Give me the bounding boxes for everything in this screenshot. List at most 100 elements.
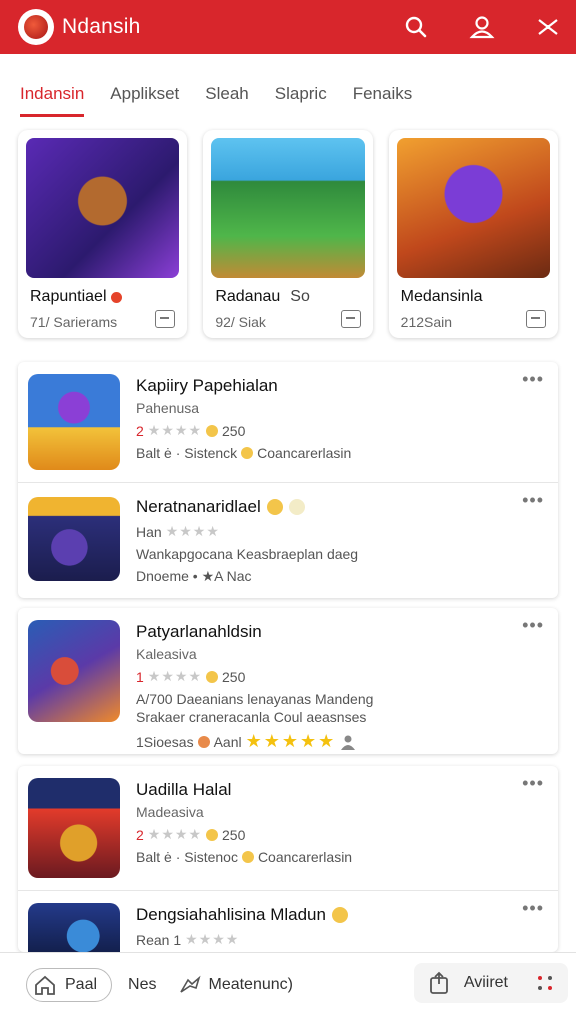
install-icon[interactable] — [525, 310, 546, 328]
item-text: Uadilla Halal Madeasiva 2 ★★★★ 250 Balt … — [136, 778, 548, 878]
home-icon — [35, 975, 55, 995]
tab-fenaiks[interactable]: Fenaiks — [353, 84, 413, 117]
featured-title-row: Rapuntiael — [30, 288, 179, 306]
more-options-icon[interactable]: ••• — [522, 774, 544, 792]
tab-indansin[interactable]: Indansin — [20, 84, 85, 117]
nav-home-label: Paal — [65, 976, 98, 993]
logo-mark — [24, 15, 48, 39]
footer-label: 1Sioesas — [136, 733, 194, 750]
rating-row: 1 ★★★★ 250 — [136, 668, 548, 685]
nav-home[interactable]: Paal — [26, 968, 113, 1002]
category-tabs: Indansin Applikset Sleah Slapric Fenaiks — [20, 84, 412, 117]
featured-card[interactable]: Rapuntiael 71/ Sarierams — [18, 130, 188, 338]
item-title-row: Neratnanaridlael — [136, 497, 548, 517]
search-icon[interactable] — [402, 13, 430, 41]
coin-icon — [241, 447, 254, 459]
list-item[interactable]: Kapiiry Papehialan Pahenusa 2 ★★★★ 250 B… — [18, 362, 558, 482]
nav-item-2[interactable]: Nes — [128, 976, 156, 994]
install-icon[interactable] — [340, 310, 361, 328]
item-description-2: Srakaer craneracanla Coul aeasnses — [136, 709, 367, 725]
install-icon[interactable] — [155, 310, 176, 328]
scissors-icon[interactable] — [534, 13, 562, 41]
item-subtitle: Rean 1 — [136, 931, 182, 948]
rating-stars: ★★★★ — [147, 668, 202, 684]
rating-count: 250 — [222, 668, 246, 685]
item-title: Uadilla Halal — [136, 780, 232, 799]
grid-dots-icon[interactable] — [536, 974, 554, 992]
share-icon — [180, 975, 202, 993]
item-meta-2: Coancarerlasin — [257, 849, 353, 865]
list-item[interactable]: Neratnanaridlael Han ★★★★ Wankapgocana K… — [18, 482, 558, 598]
featured-thumbnail — [211, 138, 365, 278]
featured-card[interactable]: Radanau So 92/ Siak — [203, 130, 373, 338]
rating-number: 1 — [136, 668, 144, 685]
upload-icon[interactable] — [428, 971, 450, 995]
nav-right-label[interactable]: Aviiret — [464, 974, 508, 992]
featured-card[interactable]: Medansinla 212Sain — [388, 130, 558, 338]
list-item[interactable]: Patyarlanahldsin Kaleasiva 1 ★★★★ 250 A/… — [18, 608, 558, 754]
app-icon — [28, 497, 120, 581]
footer-row: 1Sioesas Aanl ★★★★★ — [136, 731, 548, 752]
user-icon — [341, 735, 356, 750]
nav-item-3-label: Meatenunc) — [208, 976, 293, 993]
coin-icon — [197, 735, 210, 748]
more-options-icon[interactable]: ••• — [522, 370, 544, 388]
meta-row: Balt ė · Sistenck Coancarerlasin — [136, 445, 548, 461]
coin-icon — [206, 424, 218, 437]
app-list: Kapiiry Papehialan Pahenusa 2 ★★★★ 250 B… — [18, 362, 558, 598]
more-options-icon[interactable]: ••• — [522, 616, 544, 634]
user-icon[interactable] — [468, 13, 496, 41]
list-item[interactable]: Uadilla Halal Madeasiva 2 ★★★★ 250 Balt … — [18, 766, 558, 890]
app-header: Ndansih — [0, 0, 576, 54]
app-logo[interactable] — [18, 9, 54, 45]
rating-count: 250 — [222, 422, 246, 439]
tab-sleah[interactable]: Sleah — [205, 84, 248, 117]
item-title: Dengsiahahlisina Mladun — [136, 905, 326, 924]
bottom-nav-bar: Paal Nes Meatenunc) Aviiret — [8, 963, 568, 1005]
rating-stars: ★★★★ — [147, 826, 202, 842]
tab-applikset[interactable]: Applikset — [110, 84, 179, 117]
nav-item-3[interactable]: Meatenunc) — [178, 974, 293, 996]
item-subtitle: Han — [136, 523, 162, 540]
app-icon — [28, 374, 120, 470]
rating-row: 2 ★★★★ 250 — [136, 826, 548, 843]
item-title: Patyarlanahldsin — [136, 622, 262, 641]
item-meta: Dnoeme • ★A Nac — [136, 568, 252, 584]
featured-row: Rapuntiael 71/ Sarierams Radanau So 92/ … — [18, 130, 558, 338]
tab-slapric[interactable]: Slapric — [275, 84, 327, 117]
bottom-nav: Paal Nes Meatenunc) Aviiret — [0, 952, 576, 1024]
nav-right-group: Aviiret — [413, 963, 568, 1003]
app-icon — [28, 620, 120, 722]
item-title-row: Dengsiahahlisina Mladun — [136, 905, 548, 925]
more-options-icon[interactable]: ••• — [522, 491, 544, 509]
rating-stars: ★★★★ — [147, 422, 202, 438]
item-title: Neratnanaridlael — [136, 497, 261, 516]
rating-stars: ★★★★ — [185, 931, 240, 947]
emoji-icon — [288, 499, 305, 515]
item-subtitle: Kaleasiva — [136, 646, 197, 662]
rating-row: 2 ★★★★ 250 — [136, 422, 548, 439]
rating-row: Rean 1 ★★★★ — [136, 931, 548, 948]
item-meta-2: Coancarerlasin — [257, 445, 352, 461]
featured-title-suffix: So — [290, 288, 310, 305]
footer-name: Aanl — [213, 733, 242, 750]
list-item[interactable]: Dengsiahahlisina Mladun Rean 1 ★★★★ ••• — [18, 890, 558, 952]
badge-icon — [110, 291, 122, 303]
featured-title-row: Medansinla — [401, 288, 550, 306]
featured-title: Medansinla — [400, 288, 483, 305]
meta-row: Balt ė · Sistenoc Coancarerlasin — [136, 849, 548, 865]
featured-title-row: Radanau So — [215, 288, 364, 306]
app-list: Patyarlanahldsin Kaleasiva 1 ★★★★ 250 A/… — [18, 608, 558, 754]
header-actions — [402, 13, 562, 41]
item-title: Kapiiry Papehialan — [136, 376, 278, 395]
coin-icon — [206, 670, 218, 683]
more-options-icon[interactable]: ••• — [522, 899, 544, 917]
item-description: Wankapgocana Keasbraeplan daeg — [136, 546, 359, 562]
item-text: Neratnanaridlael Han ★★★★ Wankapgocana K… — [136, 495, 548, 586]
rating-stars: ★★★★★ — [245, 731, 337, 751]
featured-title: Rapuntiael — [30, 288, 107, 305]
app-icon — [28, 903, 120, 952]
featured-title: Radanau — [215, 288, 281, 305]
item-subtitle: Pahenusa — [136, 400, 200, 416]
emoji-icon — [331, 907, 348, 923]
